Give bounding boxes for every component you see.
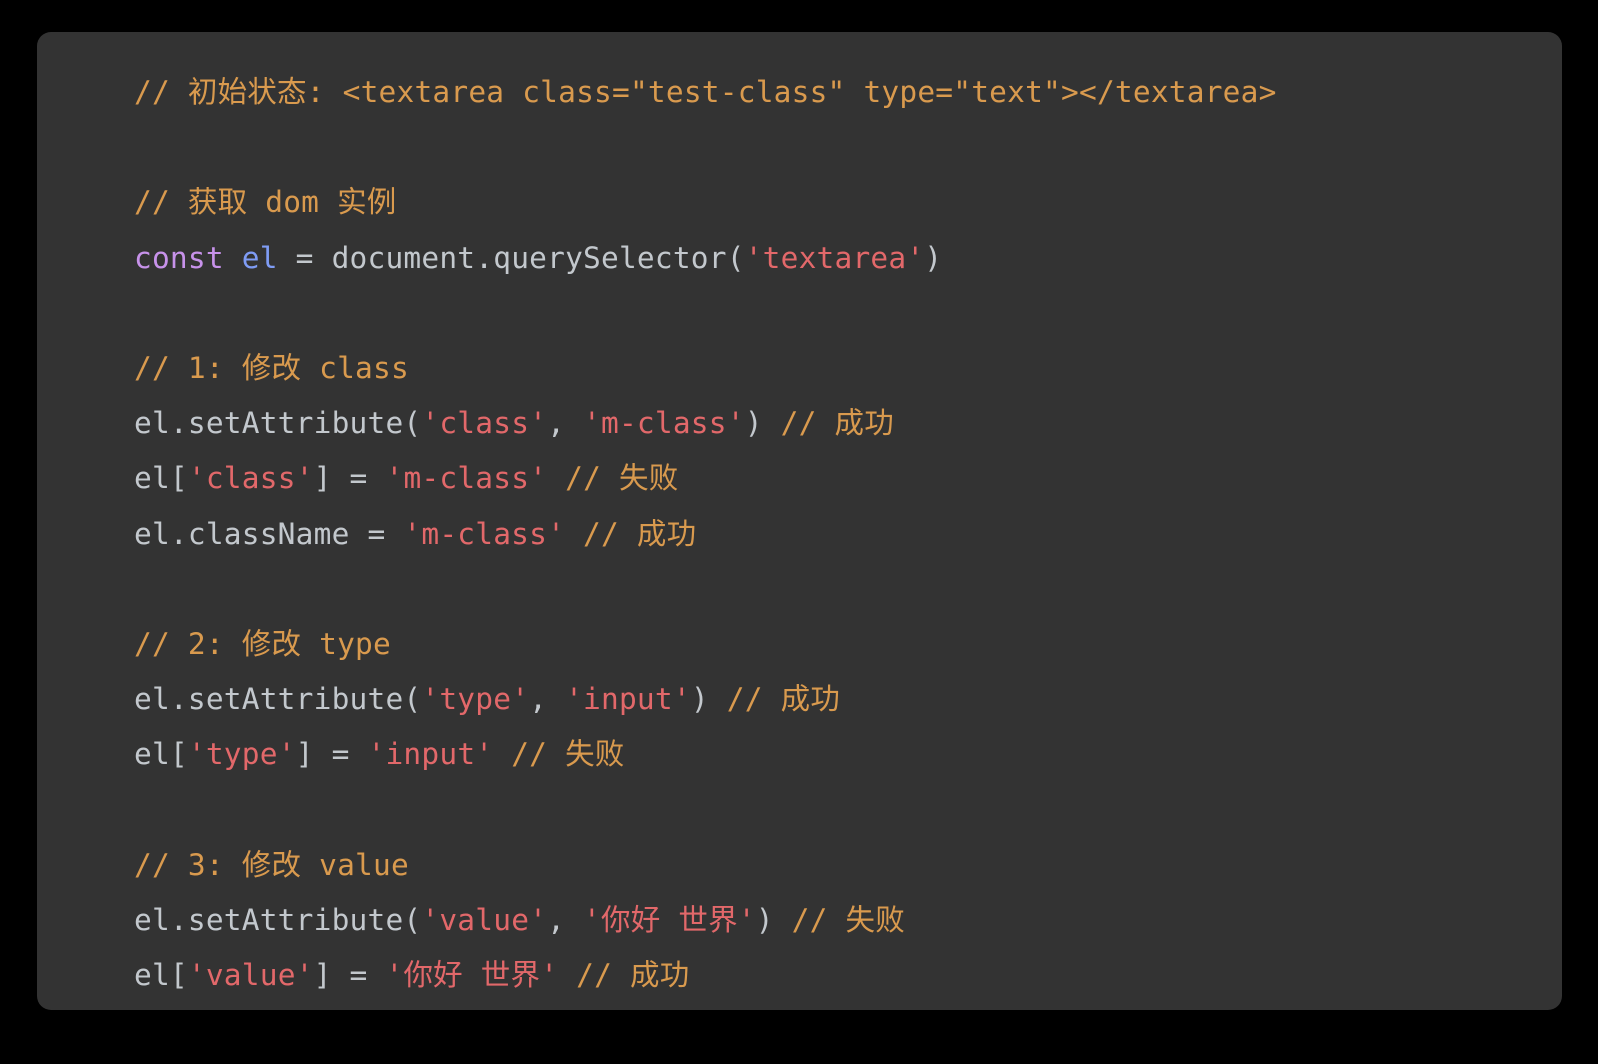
code-token-plain: el.setAttribute [134,902,404,937]
code-token-string: 'type' [421,682,530,717]
code-line: // 初始状态: <textarea class="test-class" ty… [134,65,1562,120]
code-token-punct: ) [924,240,943,275]
code-token-variable: el [241,240,278,275]
code-token-comment: // 获取 dom 实例 [134,185,397,220]
code-token-punct: ) [744,406,763,441]
code-token-punct: ] [295,737,314,772]
code-token-comment: // 成功 [576,958,690,992]
code-line: el.setAttribute('type', 'input') // 成功 [134,672,1562,727]
code-line: const el = document.querySelector('texta… [134,231,1562,286]
code-token-plain: , [529,682,566,717]
code-token-punct: [ [169,958,188,992]
code-token-punct: ) [755,902,774,937]
code-line: // 1: 修改 class [134,341,1562,396]
code-token-plain: , [547,902,584,937]
code-token-comment: // 3: 修改 value [134,847,409,882]
code-line: el.setAttribute('value', '你好 世界') // 失败 [134,893,1562,948]
screenshot-stage: // 初始状态: <textarea class="test-class" ty… [0,0,1598,1064]
code-token-string: 'm-class' [583,406,745,441]
code-token-plain: , [547,406,584,441]
code-line: el['type'] = 'input' // 失败 [134,727,1562,782]
code-token-punct: ] [313,958,332,992]
code-token-punct: ( [403,902,422,937]
code-token-plain: el [134,737,170,772]
code-token-string: 'type' [187,737,296,772]
code-token-string: 'textarea' [744,240,925,275]
code-token-string: 'class' [421,406,548,441]
code-token-string: 'input' [367,737,494,772]
code-token-punct: [ [169,461,188,496]
code-token-string: 'm-class' [385,461,548,496]
code-token-comment: // 失败 [511,737,625,772]
code-token-string: '你好 世界' [385,958,559,992]
code-token-string: 'value' [187,958,314,992]
code-token-punct: ) [690,682,709,717]
code-line: // 3: 修改 value [134,838,1562,893]
code-token-plain: = document.querySelector [277,240,727,275]
code-token-string: 'value' [421,902,548,937]
code-block-panel: // 初始状态: <textarea class="test-class" ty… [37,32,1562,1010]
code-token-comment: // 成功 [780,406,894,441]
code-line: el.className = 'm-class' // 成功 [134,507,1562,562]
code-token-comment: // 失败 [565,461,679,496]
code-token-punct: ( [403,406,422,441]
code-line: // 获取 dom 实例 [134,175,1562,230]
code-token-comment: // 失败 [791,902,905,937]
code-token-comment: // 成功 [726,682,841,717]
code-token-keyword: const [134,240,224,275]
code-token-punct: ( [726,240,745,275]
code-line: el['value'] = '你好 世界' // 成功 [134,948,1562,1003]
code-token-string: '你好 世界' [583,902,756,937]
code-token-plain: el.setAttribute [134,406,404,441]
code-token-plain: el [134,958,170,992]
code-token-string: 'input' [565,682,691,717]
code-token-comment: // 1: 修改 class [134,350,409,385]
code-token-plain: el.className = [134,516,404,551]
code-token-punct: [ [169,737,188,772]
code-token-plain: el.setAttribute [134,682,404,717]
code-line: el.setAttribute('class', 'm-class') // 成… [134,396,1562,451]
code-token-comment: // 2: 修改 type [134,626,391,661]
code-token-comment: // 初始状态: <textarea class="test-class" ty… [134,75,1277,109]
code-token-string: 'class' [187,461,314,496]
code-token-plain: = [331,958,386,992]
code-lines-container[interactable]: // 初始状态: <textarea class="test-class" ty… [37,65,1562,1003]
code-line: el['class'] = 'm-class' // 失败 [134,451,1562,506]
code-token-punct: ] [313,461,332,496]
code-token-string: 'm-class' [403,516,566,551]
code-line: // 2: 修改 type [134,617,1562,672]
code-token-plain: = [313,737,368,772]
code-token-comment: // 成功 [583,516,697,551]
code-token-punct: ( [403,682,422,717]
code-token-plain: = [331,461,386,496]
code-token-plain: el [134,461,170,496]
